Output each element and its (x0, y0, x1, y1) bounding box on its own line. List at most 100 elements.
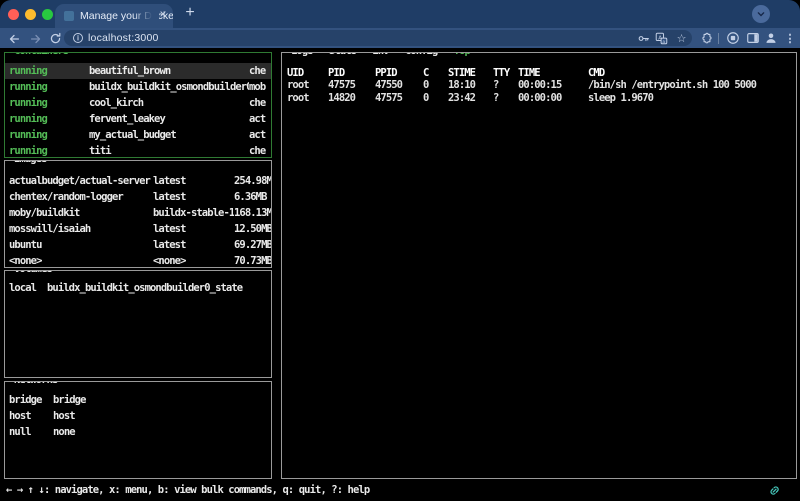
image-tag: latest (153, 221, 234, 237)
translate-icon: A a (655, 32, 668, 45)
tab-search-button[interactable] (752, 5, 770, 23)
panel-images-title: Images (11, 160, 50, 165)
window-close-button[interactable] (8, 9, 19, 20)
images-list: actualbudget/actual-server latest 254.98… (5, 173, 271, 268)
container-image: act (249, 127, 271, 143)
image-size: 168.13MB (234, 205, 271, 221)
chevron-down-icon (755, 8, 767, 20)
process-row: root 47575 47550 0 18:10 ? 00:00:15 /bin… (282, 79, 796, 91)
volume-row[interactable]: local buildx_buildkit_osmondbuilder0_sta… (5, 280, 271, 296)
proc-tty: ? (493, 79, 518, 91)
container-row-selected[interactable]: running beautiful_brown che (5, 63, 271, 79)
terminal-app: Containers running beautiful_brown che r… (0, 48, 800, 501)
container-row[interactable]: running buildx_buildkit_osmondbuilder0 m… (5, 79, 271, 95)
panel-containers[interactable]: Containers running beautiful_brown che r… (4, 52, 272, 158)
networks-list: bridge bridge host host null none (5, 392, 271, 440)
proc-cmd: /bin/sh /entrypoint.sh 100 5000 (588, 79, 796, 91)
panel-detail[interactable]: Logs — Stats — Env — Config — Top UID PI… (281, 52, 797, 479)
top-process-table: UID PID PPID C STIME TTY TIME CMD root 4… (282, 67, 796, 104)
new-tab-button[interactable]: + (180, 3, 200, 24)
image-row[interactable]: ubuntu latest 69.27MB (5, 237, 271, 253)
arrow-right-icon (29, 32, 43, 46)
image-name: <none> (9, 253, 153, 268)
proc-uid: root (287, 79, 328, 91)
panel-networks-title: Networks (11, 381, 60, 386)
image-size: 254.98MB (234, 173, 271, 189)
image-tag: buildx-stable-1 (153, 205, 234, 221)
browser-toolbar: localhost:3000 A a ☆ (0, 28, 800, 48)
window-minimize-button[interactable] (25, 9, 36, 20)
container-name: fervent_leakey (89, 111, 249, 127)
process-row: root 14820 47575 0 23:42 ? 00:00:00 slee… (282, 92, 796, 104)
profile-person-icon (764, 31, 778, 45)
panel-containers-title: Containers (11, 52, 71, 57)
col-cmd: CMD (588, 67, 796, 79)
panel-networks[interactable]: Networks bridge bridge host host null no… (4, 381, 272, 479)
image-name: actualbudget/actual-server (9, 173, 153, 189)
image-row[interactable]: chentex/random-logger latest 6.36MB (5, 189, 271, 205)
container-row[interactable]: running my_actual_budget act (5, 127, 271, 143)
profile-button[interactable] (763, 30, 779, 46)
image-row[interactable]: <none> <none> 70.73MB (5, 253, 271, 268)
image-name: chentex/random-logger (9, 189, 153, 205)
back-button[interactable] (5, 30, 22, 47)
col-stime: STIME (448, 67, 493, 79)
proc-c: 0 (423, 92, 448, 104)
container-row[interactable]: running cool_kirch che (5, 95, 271, 111)
proc-cmd: sleep 1.9670 (588, 92, 796, 104)
volumes-list: local buildx_buildkit_osmondbuilder0_sta… (5, 280, 271, 296)
sidebar-icon (746, 31, 760, 45)
proc-stime: 23:42 (448, 92, 493, 104)
container-row[interactable]: running fervent_leakey act (5, 111, 271, 127)
proc-time: 00:00:00 (518, 92, 588, 104)
proc-ppid: 47575 (375, 92, 423, 104)
panel-volumes[interactable]: Volumes local buildx_buildkit_osmondbuil… (4, 270, 272, 378)
container-state: running (9, 143, 89, 158)
container-image: mob (249, 79, 271, 95)
proc-pid: 47575 (328, 79, 375, 91)
network-row[interactable]: host host (5, 408, 271, 424)
image-size: 70.73MB (234, 253, 271, 268)
bookmark-star-icon[interactable]: ☆ (674, 31, 689, 45)
image-row[interactable]: moby/buildkit buildx-stable-1 168.13MB (5, 205, 271, 221)
tab-close-icon[interactable]: × (156, 8, 170, 22)
forward-button[interactable] (27, 30, 44, 47)
reload-button[interactable] (47, 30, 64, 47)
volume-driver: local (9, 280, 47, 296)
image-name: ubuntu (9, 237, 153, 253)
side-panel-button[interactable] (745, 30, 761, 46)
container-image: che (249, 63, 271, 79)
image-row[interactable]: actualbudget/actual-server latest 254.98… (5, 173, 271, 189)
container-image: che (249, 143, 271, 158)
container-state: running (9, 95, 89, 111)
url-text: localhost:3000 (88, 32, 159, 44)
network-row[interactable]: bridge bridge (5, 392, 271, 408)
panel-volumes-title: Volumes (11, 270, 55, 275)
site-info-icon[interactable] (70, 31, 85, 45)
col-uid: UID (287, 67, 328, 79)
extension-circle-icon (726, 31, 740, 45)
container-state: running (9, 127, 89, 143)
container-image: che (249, 95, 271, 111)
image-row[interactable]: mosswill/isaiah latest 12.50MB (5, 221, 271, 237)
extensions-button[interactable] (698, 30, 714, 46)
detail-tab-top[interactable]: Top (454, 52, 470, 57)
extension-shortcut-button[interactable] (725, 30, 741, 46)
browser-menu-button[interactable]: ⋮ (782, 30, 798, 46)
container-state: running (9, 63, 89, 79)
browser-tab[interactable]: Manage your Docker fleet w × (55, 4, 173, 28)
network-name: null (9, 424, 53, 440)
proc-tty: ? (493, 92, 518, 104)
translate-button[interactable]: A a (654, 31, 669, 45)
password-key-button[interactable] (636, 31, 651, 45)
container-row[interactable]: running titi che (5, 143, 271, 158)
network-row[interactable]: null none (5, 424, 271, 440)
proc-uid: root (287, 92, 328, 104)
window-zoom-button[interactable] (42, 9, 53, 20)
toolbar-divider (718, 33, 719, 44)
panel-images[interactable]: Images actualbudget/actual-server latest… (4, 160, 272, 268)
detail-tabs-inactive[interactable]: Logs — Stats — Env — Config — (291, 52, 454, 57)
image-tag: latest (153, 237, 234, 253)
url-bar[interactable]: localhost:3000 A a ☆ (64, 30, 692, 46)
proc-stime: 18:10 (448, 79, 493, 91)
